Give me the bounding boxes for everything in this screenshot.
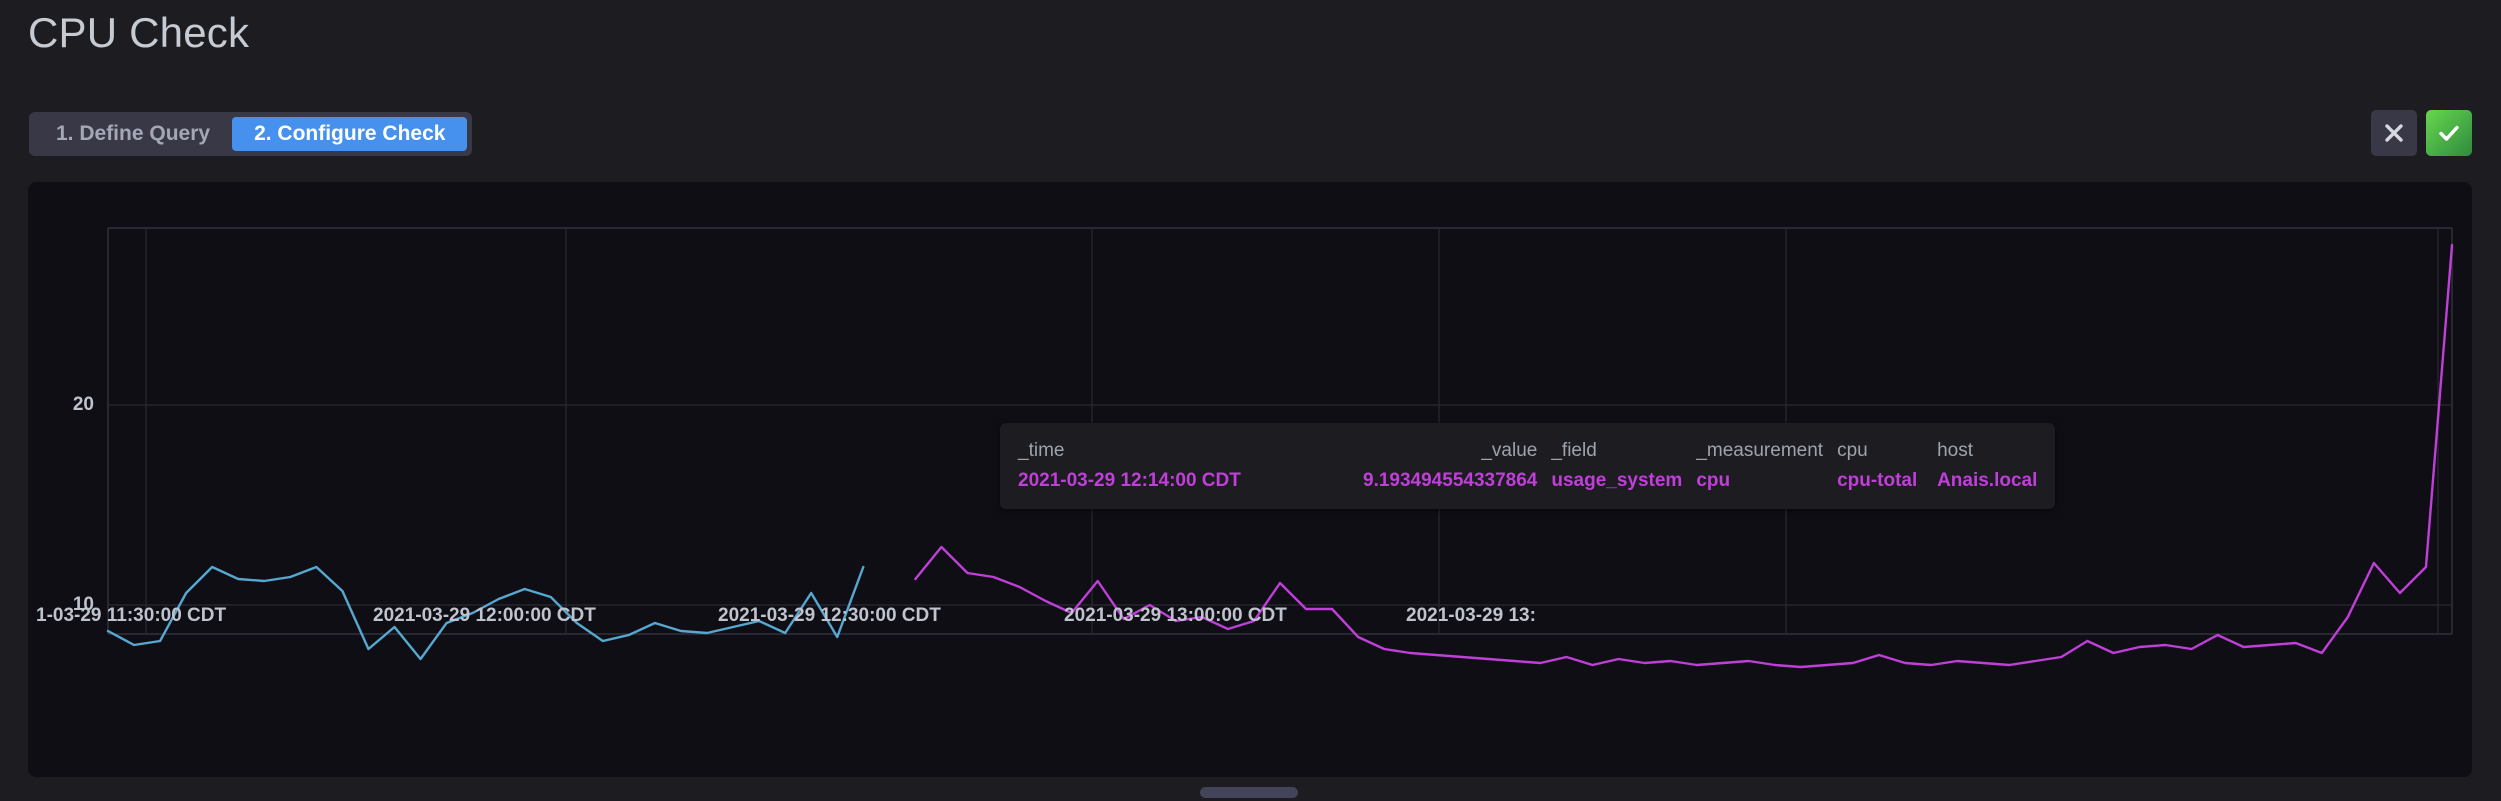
editor-action-buttons [2371, 110, 2472, 156]
tooltip-column-value: cpu [1696, 469, 1823, 493]
check-editor-page: CPU Check 1. Define Query 2. Configure C… [0, 0, 2501, 801]
x-axis-tick-label: 2021-03-29 12:00:00 CDT [373, 605, 596, 627]
x-axis-tick-label: 2021-03-29 13:00:00 CDT [1064, 605, 1287, 627]
tooltip-column-header: host [1937, 439, 2037, 463]
tooltip-column-value: usage_system [1551, 469, 1682, 493]
tooltip-column-value: Anais.local [1937, 469, 2037, 493]
tooltip-column: cpu cpu-total [1837, 439, 1937, 493]
close-icon [2383, 122, 2405, 144]
horizontal-scroll-thumb[interactable] [1200, 787, 1298, 798]
tooltip-column: _field usage_system [1551, 439, 1696, 493]
tooltip-column: _measurementcpu [1696, 439, 1837, 493]
hover-tooltip: _time 2021-03-29 12:14:00 CDT _value 9.1934… [1000, 423, 2055, 509]
tooltip-column-value: cpu-total [1837, 469, 1923, 493]
tooltip-column: host Anais.local [1937, 439, 2037, 493]
wizard-tab-bar: 1. Define Query 2. Configure Check [29, 112, 472, 156]
tooltip-column-value: 2021-03-29 12:14:00 CDT [1018, 469, 1349, 493]
x-axis-tick-label: 2021-03-29 12:30:00 CDT [718, 605, 941, 627]
tooltip-column: _value 9.193494554337864 [1363, 439, 1551, 493]
tab-configure-check[interactable]: 2. Configure Check [232, 117, 467, 151]
tooltip-column-value: 9.193494554337864 [1363, 469, 1537, 493]
tooltip-column-header: _value [1363, 439, 1537, 463]
save-button[interactable] [2426, 110, 2472, 156]
tooltip-column-header: cpu [1837, 439, 1923, 463]
tooltip-column-header: _time [1018, 439, 1349, 463]
page-title: CPU Check [28, 8, 249, 58]
check-icon [2437, 121, 2461, 145]
tab-define-query[interactable]: 1. Define Query [34, 117, 232, 151]
graph-panel: 1020 1-03-29 11:30:00 CDT2021-03-29 12:0… [28, 182, 2472, 777]
tooltip-column-header: _measurement [1696, 439, 1823, 463]
tooltip-column: _time 2021-03-29 12:14:00 CDT [1018, 439, 1363, 493]
horizontal-scrollbar[interactable] [0, 783, 2501, 801]
tooltip-column-header: _field [1551, 439, 1682, 463]
x-axis-tick-label: 2021-03-29 13: [1406, 605, 1536, 627]
x-axis-tick-label: 1-03-29 11:30:00 CDT [36, 605, 226, 627]
cancel-button[interactable] [2371, 110, 2417, 156]
